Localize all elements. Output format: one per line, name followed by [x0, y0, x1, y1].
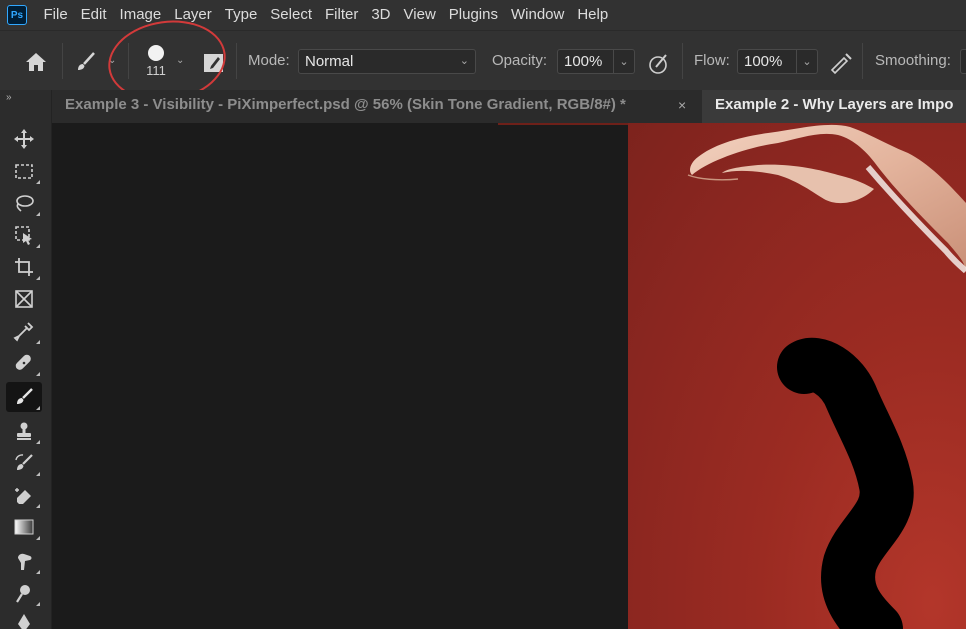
brush-icon — [17, 388, 33, 404]
menu-select[interactable]: Select — [264, 0, 319, 30]
chevron-down-icon: ⌄ — [459, 55, 469, 67]
marquee-tool[interactable] — [6, 156, 42, 186]
menu-edit[interactable]: Edit — [74, 0, 113, 30]
brush-settings-toggle[interactable] — [202, 51, 226, 75]
brush-settings-icon — [204, 54, 223, 72]
move-icon — [14, 129, 34, 149]
move-tool[interactable] — [6, 124, 42, 154]
airbrush-icon — [830, 53, 852, 75]
tools-panel: » — [0, 90, 52, 629]
opacity-input[interactable]: 100% — [557, 49, 614, 74]
separator — [62, 43, 63, 79]
object-selection-tool[interactable] — [6, 220, 42, 250]
eraser-icon — [15, 488, 31, 504]
home-button[interactable] — [22, 49, 50, 75]
brush-icon — [78, 52, 95, 70]
document-tabs: Example 3 - Visibility - PiXimperfect.ps… — [52, 90, 966, 123]
spot-healing-tool[interactable] — [6, 348, 42, 378]
pen-tool[interactable] — [6, 608, 42, 629]
menu-type[interactable]: Type — [218, 0, 264, 30]
brush-preset-picker[interactable]: 111 — [138, 41, 174, 83]
tool-preset-picker[interactable] — [72, 49, 100, 75]
menu-3d[interactable]: 3D — [365, 0, 397, 30]
menu-file[interactable]: File — [37, 0, 74, 30]
close-icon[interactable]: × — [678, 90, 686, 120]
lasso-tool[interactable] — [6, 188, 42, 218]
separator — [128, 43, 129, 79]
eyedropper-tool[interactable] — [6, 316, 42, 346]
eyedropper-icon — [13, 322, 34, 342]
tab-label: Example 2 - Why Layers are Impo — [715, 96, 954, 113]
menu-image[interactable]: Image — [113, 0, 168, 30]
canvas-area[interactable] — [52, 123, 966, 629]
flow-dropdown[interactable]: ⌄ — [796, 49, 818, 74]
gradient-icon — [14, 519, 34, 535]
gradient-tool[interactable] — [6, 512, 42, 542]
pressure-opacity-button[interactable] — [646, 50, 672, 76]
menu-bar: Ps File Edit Image Layer Type Select Fil… — [0, 0, 966, 30]
document-canvas[interactable] — [628, 123, 966, 629]
menu-plugins[interactable]: Plugins — [442, 0, 504, 30]
crop-tool[interactable] — [6, 252, 42, 282]
opacity-label: Opacity: — [492, 52, 548, 69]
separator — [862, 43, 863, 79]
brush-size-label: 111 — [146, 63, 166, 78]
mode-label: Mode: — [248, 52, 290, 69]
smudge-tool[interactable] — [6, 546, 42, 576]
photoshop-logo: Ps — [7, 5, 27, 25]
eraser-tool[interactable] — [6, 480, 42, 510]
document-edge — [498, 123, 628, 125]
home-icon — [26, 53, 46, 71]
dodge-tool[interactable] — [6, 578, 42, 608]
crop-icon — [15, 258, 33, 276]
flow-label: Flow: — [694, 52, 730, 69]
marquee-icon — [15, 164, 33, 179]
object-selection-icon — [15, 226, 32, 245]
frame-tool[interactable] — [6, 284, 42, 314]
mode-value: Normal — [305, 53, 354, 70]
history-brush-icon — [15, 454, 33, 470]
frame-icon — [15, 290, 33, 308]
menu-help[interactable]: Help — [571, 0, 615, 30]
bandage-icon — [15, 354, 31, 370]
tab-example-2[interactable]: Example 2 - Why Layers are Impo — [702, 90, 966, 123]
chevron-down-icon[interactable]: ⌄ — [176, 55, 184, 66]
brush-tool[interactable] — [6, 382, 42, 412]
smoothing-input[interactable] — [960, 49, 966, 74]
menu-view[interactable]: View — [397, 0, 442, 30]
smoothing-label: Smoothing: — [875, 52, 951, 69]
pen-pressure-icon — [649, 54, 667, 74]
options-bar: ⌄ 111 ⌄ Mode: Normal ⌄ Opacity: 100% ⌄ F… — [0, 30, 966, 90]
opacity-dropdown[interactable]: ⌄ — [613, 49, 635, 74]
brush-tip-icon — [148, 45, 164, 61]
pen-icon — [18, 614, 30, 629]
separator — [682, 43, 683, 79]
menu-filter[interactable]: Filter — [319, 0, 365, 30]
tab-example-3[interactable]: Example 3 - Visibility - PiXimperfect.ps… — [52, 90, 702, 123]
stamp-icon — [17, 422, 31, 440]
lasso-icon — [16, 195, 34, 212]
tab-label: Example 3 - Visibility - PiXimperfect.ps… — [65, 96, 626, 113]
flow-input[interactable]: 100% — [737, 49, 797, 74]
menu-layer[interactable]: Layer — [168, 0, 219, 30]
mode-select[interactable]: Normal ⌄ — [298, 49, 476, 74]
black-brush-stroke — [777, 337, 914, 629]
dodge-icon — [16, 585, 30, 603]
airbrush-button[interactable] — [828, 50, 854, 76]
smudge-icon — [18, 553, 32, 570]
expand-panel-icon[interactable]: » — [6, 92, 12, 103]
clone-stamp-tool[interactable] — [6, 416, 42, 446]
menu-window[interactable]: Window — [504, 0, 570, 30]
separator — [236, 43, 237, 79]
history-brush-tool[interactable] — [6, 448, 42, 478]
chevron-down-icon[interactable]: ⌄ — [108, 55, 116, 66]
